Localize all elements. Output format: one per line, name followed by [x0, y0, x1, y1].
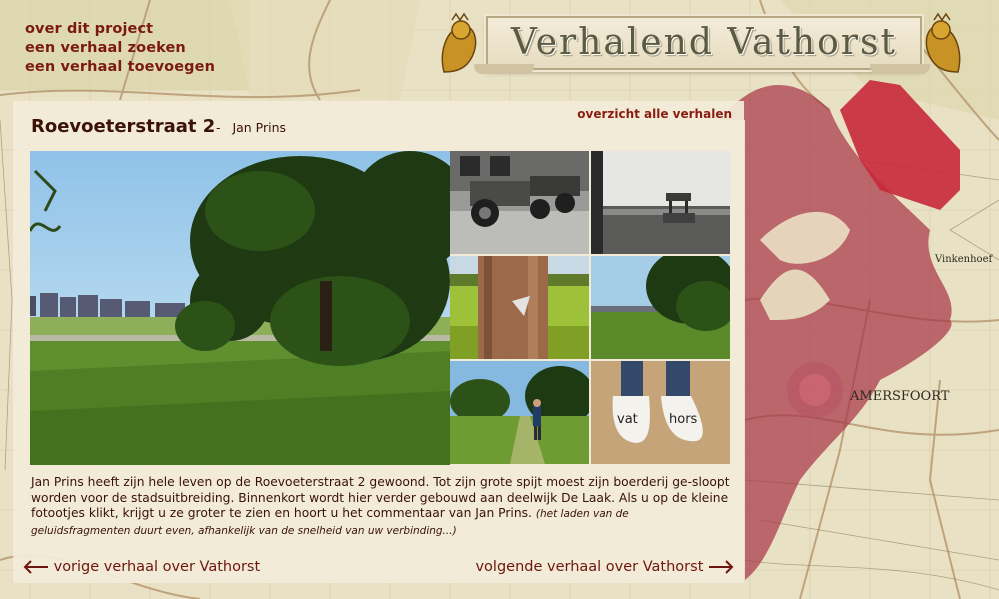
map-village-label: Vinkenhoef [934, 254, 993, 265]
story-title: Roevoeterstraat 2 [31, 116, 216, 137]
logo-banner: Verhalend Vathorst [486, 16, 922, 70]
nav-add-story[interactable]: een verhaal toevoegen [25, 58, 215, 77]
story-panel: Roevoeterstraat 2 - Jan Prins overzicht … [13, 101, 744, 583]
author-name: Jan Prins [232, 120, 287, 135]
story-author: - Jan Prins [216, 120, 286, 135]
field-tree-photo-icon [591, 256, 730, 359]
thumbnail-tractor[interactable] [450, 151, 589, 254]
previous-story-label: vorige verhaal over Vathorst [53, 559, 261, 575]
well-photo-icon [591, 151, 730, 254]
logo-scroll-left [474, 64, 534, 74]
svg-text:vat: vat [617, 412, 638, 427]
nav-about-project[interactable]: over dit project [25, 20, 215, 39]
lion-crest-right-icon [925, 12, 961, 73]
previous-story-link[interactable]: vorige verhaal over Vathorst [23, 559, 260, 575]
arrow-left-icon [23, 560, 48, 574]
man-path-photo-icon [450, 361, 589, 464]
story-description: Jan Prins heeft zijn hele leven op de Ro… [31, 475, 731, 539]
tree-trunk-photo-icon [450, 256, 589, 359]
next-story-label: volgende verhaal over Vathorst [475, 559, 704, 575]
next-story-link[interactable]: volgende verhaal over Vathorst [475, 559, 734, 575]
thumbnail-field-tree[interactable] [591, 256, 730, 359]
top-navigation: over dit project een verhaal zoeken een … [25, 20, 215, 77]
main-photo [30, 151, 450, 465]
map-city-label: AMERSFOORT [849, 389, 950, 404]
author-separator: - [216, 120, 221, 135]
site-logo[interactable]: Verhalend Vathorst [434, 12, 966, 82]
thumbnail-tree-trunk[interactable] [450, 256, 589, 359]
thumbnail-wooden-shoes[interactable]: vat hors [591, 361, 730, 464]
thumbnail-man-path[interactable] [450, 361, 589, 464]
arrow-right-icon [709, 560, 734, 574]
svg-text:hors: hors [669, 412, 698, 427]
tractor-photo-icon [450, 151, 589, 254]
wooden-shoes-photo-icon: vat hors [591, 361, 730, 464]
logo-title: Verhalend Vathorst [511, 22, 897, 63]
nav-find-story[interactable]: een verhaal zoeken [25, 39, 215, 58]
overview-all-stories-link[interactable]: overzicht alle verhalen [577, 107, 732, 121]
thumbnail-well[interactable] [591, 151, 730, 254]
